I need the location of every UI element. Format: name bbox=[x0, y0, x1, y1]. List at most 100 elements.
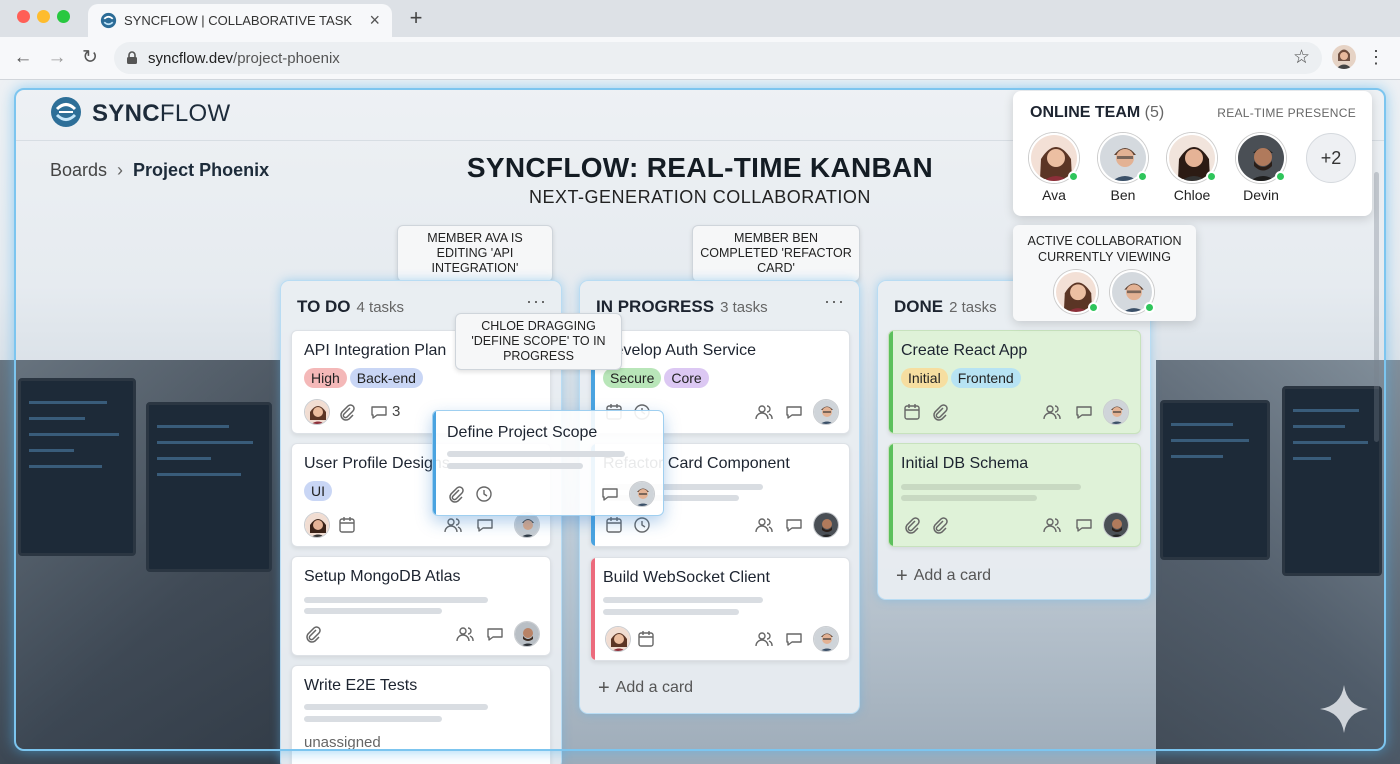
tag-core[interactable]: Core bbox=[664, 368, 709, 388]
bookmark-star-icon[interactable]: ☆ bbox=[1293, 46, 1310, 69]
profile-avatar[interactable] bbox=[1332, 45, 1356, 69]
unassigned-label: unassigned bbox=[304, 734, 381, 751]
team-member-chloe[interactable]: Chloe bbox=[1162, 133, 1222, 203]
breadcrumb-boards-link[interactable]: Boards bbox=[50, 160, 107, 180]
comment-icon[interactable] bbox=[1075, 516, 1093, 534]
column-menu-icon[interactable]: ··· bbox=[824, 291, 845, 312]
comment-icon[interactable] bbox=[486, 625, 504, 643]
task-card[interactable]: Create React App Initial Frontend bbox=[888, 330, 1141, 434]
dragged-card[interactable]: Define Project Scope bbox=[432, 410, 664, 516]
tag-back-end[interactable]: Back-end bbox=[349, 368, 423, 388]
tag-frontend[interactable]: Frontend bbox=[950, 368, 1021, 388]
plus-icon: + bbox=[896, 565, 908, 587]
reload-button[interactable]: ↻ bbox=[77, 45, 103, 71]
task-card[interactable]: Build WebSocket Client bbox=[590, 557, 850, 661]
viewer-avatar-ava[interactable] bbox=[1054, 270, 1099, 314]
members-icon[interactable] bbox=[755, 630, 773, 648]
back-button[interactable]: ← bbox=[10, 45, 36, 71]
page-scrollbar[interactable] bbox=[1374, 172, 1379, 442]
comment-icon[interactable] bbox=[601, 485, 619, 503]
close-tab-icon[interactable]: × bbox=[369, 10, 380, 30]
assignee-avatar[interactable] bbox=[1103, 399, 1129, 425]
background-monitor bbox=[146, 402, 272, 572]
comment-icon[interactable] bbox=[785, 630, 803, 648]
card-accent bbox=[591, 558, 595, 660]
members-icon[interactable] bbox=[755, 403, 773, 421]
calendar-icon[interactable] bbox=[338, 516, 356, 534]
close-window-button[interactable] bbox=[17, 10, 30, 23]
assignee-avatar[interactable] bbox=[1103, 512, 1129, 538]
comment-icon[interactable] bbox=[476, 516, 494, 534]
browser-tab[interactable]: SYNCFLOW | COLLABORATIVE TASK BOARD × bbox=[88, 4, 392, 37]
column-title: DONE bbox=[894, 297, 944, 316]
add-card-button[interactable]: + Add a card bbox=[598, 677, 693, 700]
description-placeholder bbox=[304, 704, 488, 710]
task-card[interactable]: Write E2E Tests unassigned bbox=[291, 665, 551, 764]
calendar-icon[interactable] bbox=[605, 516, 623, 534]
assignee-avatar[interactable] bbox=[813, 626, 839, 652]
tag-ui[interactable]: UI bbox=[304, 481, 332, 501]
online-status-dot bbox=[1275, 171, 1286, 182]
team-member-ben[interactable]: Ben bbox=[1093, 133, 1153, 203]
new-tab-button[interactable]: + bbox=[404, 4, 428, 32]
collaboration-subtitle: CURRENTLY VIEWING bbox=[1038, 250, 1171, 264]
team-member-ava[interactable]: Ava bbox=[1024, 133, 1084, 203]
members-icon[interactable] bbox=[755, 516, 773, 534]
card-title: API Integration Plan bbox=[304, 342, 447, 359]
task-card[interactable]: Setup MongoDB Atlas bbox=[291, 556, 551, 656]
online-status-dot bbox=[1088, 302, 1099, 313]
clock-icon[interactable] bbox=[475, 485, 493, 503]
tag-secure[interactable]: Secure bbox=[603, 368, 662, 388]
attachment-icon[interactable] bbox=[903, 516, 921, 534]
presence-label: REAL-TIME PRESENCE bbox=[1217, 106, 1356, 120]
assignee-avatar[interactable] bbox=[304, 399, 330, 425]
card-title: Build WebSocket Client bbox=[603, 569, 770, 586]
page-content: SYNCFLOW Boards › Project Phoenix SYNCFLOW… bbox=[0, 80, 1400, 764]
team-member-devin[interactable]: Devin bbox=[1231, 133, 1291, 203]
assignee-avatar[interactable] bbox=[605, 626, 631, 652]
viewer-avatar-ben[interactable] bbox=[1110, 270, 1155, 314]
members-icon[interactable] bbox=[456, 625, 474, 643]
assignee-avatar[interactable] bbox=[629, 481, 655, 507]
browser-chrome: SYNCFLOW | COLLABORATIVE TASK BOARD × + … bbox=[0, 0, 1400, 80]
members-icon[interactable] bbox=[444, 516, 462, 534]
comment-icon[interactable] bbox=[1075, 403, 1093, 421]
activity-callout-ava: MEMBER AVA IS EDITING 'API INTEGRATION' bbox=[397, 225, 553, 282]
online-status-dot bbox=[1206, 171, 1217, 182]
attachment-icon[interactable] bbox=[931, 516, 949, 534]
attachment-icon[interactable] bbox=[304, 625, 322, 643]
members-icon[interactable] bbox=[1043, 403, 1061, 421]
minimize-window-button[interactable] bbox=[37, 10, 50, 23]
address-bar[interactable]: syncflow.dev/project-phoenix ☆ bbox=[114, 42, 1322, 74]
more-members-button[interactable]: +2 bbox=[1306, 133, 1356, 183]
calendar-icon[interactable] bbox=[903, 403, 921, 421]
comment-icon[interactable] bbox=[785, 516, 803, 534]
tag-high[interactable]: High bbox=[304, 368, 347, 388]
attachment-icon[interactable] bbox=[338, 403, 356, 421]
browser-menu-icon[interactable]: ⋮ bbox=[1366, 45, 1386, 69]
task-card[interactable]: Initial DB Schema bbox=[888, 443, 1141, 547]
clock-icon[interactable] bbox=[633, 516, 651, 534]
tag-initial[interactable]: Initial bbox=[901, 368, 948, 388]
calendar-icon[interactable] bbox=[637, 630, 655, 648]
syncflow-logo-icon bbox=[51, 97, 81, 127]
assignee-avatar[interactable] bbox=[514, 621, 540, 647]
assignee-avatar[interactable] bbox=[813, 399, 839, 425]
assignee-avatar[interactable] bbox=[813, 512, 839, 538]
attachment-icon[interactable] bbox=[447, 485, 465, 503]
assignee-avatar[interactable] bbox=[304, 512, 330, 538]
add-card-button[interactable]: + Add a card bbox=[896, 565, 991, 588]
comment-icon[interactable] bbox=[785, 403, 803, 421]
tab-strip: SYNCFLOW | COLLABORATIVE TASK BOARD × + bbox=[0, 0, 1400, 37]
attachment-icon[interactable] bbox=[931, 403, 949, 421]
members-icon[interactable] bbox=[1043, 516, 1061, 534]
comment-icon[interactable] bbox=[370, 403, 388, 421]
url-text: syncflow.dev/project-phoenix bbox=[148, 50, 340, 67]
online-team-panel: ONLINE TEAM (5) REAL-TIME PRESENCE Ava B… bbox=[1013, 91, 1372, 216]
forward-button[interactable]: → bbox=[44, 45, 70, 71]
column-menu-icon[interactable]: ··· bbox=[526, 291, 547, 312]
description-placeholder bbox=[304, 597, 488, 603]
card-title: Write E2E Tests bbox=[304, 677, 418, 694]
card-title: Setup MongoDB Atlas bbox=[304, 568, 461, 585]
maximize-window-button[interactable] bbox=[57, 10, 70, 23]
